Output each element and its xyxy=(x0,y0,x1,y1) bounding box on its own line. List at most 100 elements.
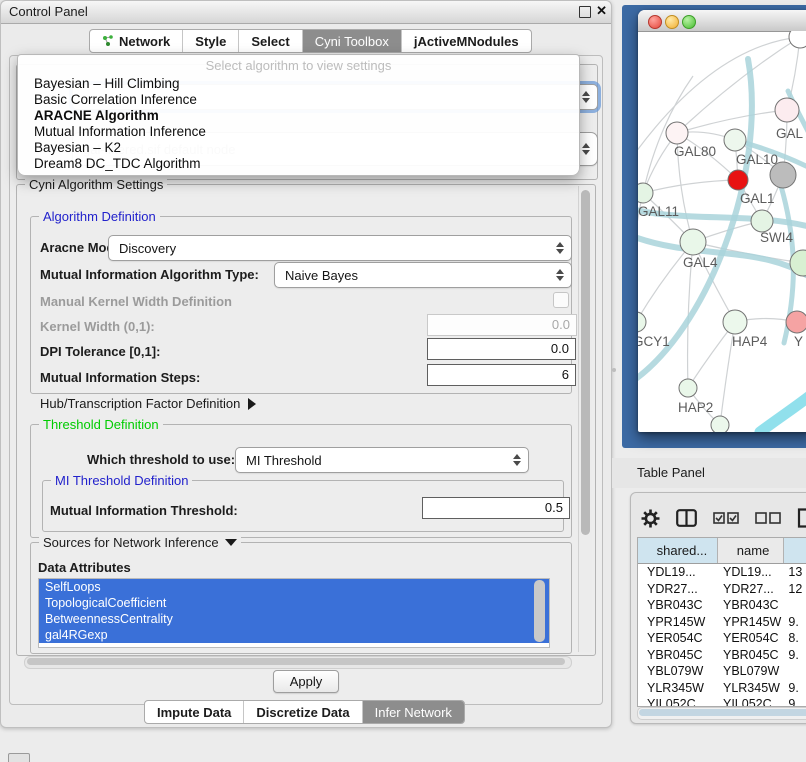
network-edge[interactable] xyxy=(643,180,738,193)
network-node-gal[interactable] xyxy=(775,98,799,122)
scrollbar-thumb[interactable] xyxy=(639,709,806,716)
mi-steps-input[interactable]: 6 xyxy=(427,364,576,386)
dpi-tolerance-label: DPI Tolerance [0,1]: xyxy=(40,344,160,359)
network-edge-highlighted[interactable] xyxy=(760,391,806,432)
zoom-window-icon[interactable] xyxy=(682,15,696,29)
table-row[interactable]: YIL052CYIL052C9 xyxy=(638,696,806,707)
attribute-item[interactable]: TopologicalCoefficient xyxy=(39,595,549,611)
table-row[interactable]: YER054CYER054C8. xyxy=(638,630,806,647)
tab-infer-network[interactable]: Infer Network xyxy=(362,701,464,723)
settings-horizontal-scrollbar[interactable] xyxy=(24,656,572,669)
kernel-width-input[interactable]: 0.0 xyxy=(427,314,577,336)
network-node[interactable] xyxy=(789,31,806,48)
tab-jactivemnodules[interactable]: jActiveMNodules xyxy=(401,30,531,52)
algorithm-definition-legend: Algorithm Definition xyxy=(39,209,160,224)
tab-label: Impute Data xyxy=(157,705,231,720)
table-row[interactable]: YBL079WYBL079W xyxy=(638,663,806,680)
table-cell: 12 xyxy=(784,581,806,598)
dpi-tolerance-input[interactable]: 0.0 xyxy=(427,338,576,360)
network-node-y[interactable] xyxy=(786,311,806,333)
network-edge[interactable] xyxy=(638,242,693,322)
tab-label: Select xyxy=(251,34,289,49)
table-row[interactable]: YDL19...YDL19...13 xyxy=(638,564,806,581)
hub-factor-expander[interactable]: Hub/Transcription Factor Definition xyxy=(40,396,256,411)
network-node-hap4[interactable] xyxy=(723,310,747,334)
table-cell: 9. xyxy=(784,680,806,697)
close-window-icon[interactable] xyxy=(648,15,662,29)
gear-icon[interactable] xyxy=(641,509,660,528)
table-header-row: shared...nameA xyxy=(638,538,806,564)
network-view-frame: GALGAL80GAL10GAL1SWI4GAL11GAL4GCY1HAP4YH… xyxy=(622,5,806,448)
table-row[interactable]: YBR045CYBR045C9. xyxy=(638,647,806,664)
column-header[interactable]: name xyxy=(718,538,784,563)
network-node-gcy1[interactable] xyxy=(638,312,646,332)
collapse-arrow-icon xyxy=(225,539,237,546)
control-panel-titlebar[interactable]: Control Panel ✕ xyxy=(1,1,611,24)
scrollbar-thumb[interactable] xyxy=(581,190,590,535)
table-row[interactable]: YDR27...YDR27...12 xyxy=(638,581,806,598)
algorithm-option[interactable]: Dream8 DC_TDC Algorithm xyxy=(18,156,579,172)
network-node-gal4[interactable] xyxy=(680,229,706,255)
document-icon[interactable] xyxy=(797,508,806,528)
tab-discretize-data[interactable]: Discretize Data xyxy=(243,701,361,723)
table-row[interactable]: YBR043CYBR043C xyxy=(638,597,806,614)
manual-kernel-checkbox[interactable] xyxy=(553,292,569,308)
network-node-gal80[interactable] xyxy=(666,122,688,144)
attribute-table[interactable]: shared...nameA YDL19...YDL19...13YDR27..… xyxy=(637,537,806,707)
network-node-gal11[interactable] xyxy=(638,183,653,203)
network-svg[interactable]: GALGAL80GAL10GAL1SWI4GAL11GAL4GCY1HAP4YH… xyxy=(638,31,806,432)
table-cell: 13 xyxy=(784,564,806,581)
column-header[interactable]: shared... xyxy=(638,538,718,563)
aracne-mode-value: Discovery xyxy=(109,241,556,256)
mi-type-value: Naive Bayes xyxy=(275,268,556,283)
network-node-gal10[interactable] xyxy=(724,129,746,151)
sources-legend[interactable]: Sources for Network Inference xyxy=(39,535,241,550)
table-row[interactable]: YLR345WYLR345W9. xyxy=(638,680,806,697)
aracne-mode-select[interactable]: Discovery xyxy=(108,235,572,261)
apply-button[interactable]: Apply xyxy=(273,670,339,693)
table-row[interactable]: YPR145WYPR145W9. xyxy=(638,614,806,631)
split-columns-icon[interactable] xyxy=(676,509,697,527)
algorithm-option[interactable]: Bayesian – Hill Climbing xyxy=(18,76,579,92)
bottom-left-partial-button[interactable] xyxy=(8,753,30,762)
scrollbar-thumb[interactable] xyxy=(27,658,565,665)
algorithm-option[interactable]: Bayesian – K2 xyxy=(18,140,579,156)
table-cell: YBR045C xyxy=(718,647,784,664)
table-panel-titlebar[interactable]: Table Panel xyxy=(612,458,806,488)
network-node-gal1[interactable] xyxy=(751,210,773,232)
table-horizontal-scrollbar[interactable] xyxy=(637,707,806,720)
float-window-icon[interactable] xyxy=(579,6,591,18)
algorithm-option[interactable]: Mutual Information Inference xyxy=(18,124,579,140)
network-window-titlebar[interactable] xyxy=(638,10,806,32)
tab-select[interactable]: Select xyxy=(238,30,301,52)
table-cell: YPR145W xyxy=(718,614,784,631)
mi-type-select[interactable]: Naive Bayes xyxy=(274,262,572,288)
mi-threshold-input[interactable]: 0.5 xyxy=(422,497,570,519)
network-node-hap2[interactable] xyxy=(679,379,697,397)
tab-network[interactable]: Network xyxy=(90,30,182,52)
tab-impute-data[interactable]: Impute Data xyxy=(145,701,243,723)
splitter-handle[interactable] xyxy=(612,368,616,372)
column-header[interactable]: A xyxy=(784,538,806,563)
tab-label: Cyni Toolbox xyxy=(315,34,389,49)
algorithm-option[interactable]: Basic Correlation Inference xyxy=(18,92,579,108)
minimize-window-icon[interactable] xyxy=(665,15,679,29)
tab-style[interactable]: Style xyxy=(182,30,238,52)
table-cell: YLR345W xyxy=(638,680,718,697)
select-none-unchecked-icon[interactable] xyxy=(755,512,781,524)
stepper-icon xyxy=(582,143,590,155)
close-icon[interactable]: ✕ xyxy=(596,3,607,19)
data-attributes-list[interactable]: SelfLoopsTopologicalCoefficientBetweenne… xyxy=(38,578,550,648)
attribute-item[interactable]: SelfLoops xyxy=(39,579,549,595)
settings-vertical-scrollbar[interactable] xyxy=(578,186,592,652)
which-threshold-select[interactable]: MI Threshold xyxy=(235,447,529,473)
attributes-list-scrollbar[interactable] xyxy=(534,580,545,642)
table-cell: YDL19... xyxy=(638,564,718,581)
network-node[interactable] xyxy=(728,170,748,190)
tab-cyni-toolbox[interactable]: Cyni Toolbox xyxy=(302,30,401,52)
network-node[interactable] xyxy=(711,416,729,432)
select-all-checked-icon[interactable] xyxy=(713,512,739,524)
algorithm-option[interactable]: ARACNE Algorithm xyxy=(18,108,579,124)
attribute-item[interactable]: BetweennessCentrality xyxy=(39,611,549,627)
attribute-item[interactable]: gal4RGexp xyxy=(39,627,549,643)
